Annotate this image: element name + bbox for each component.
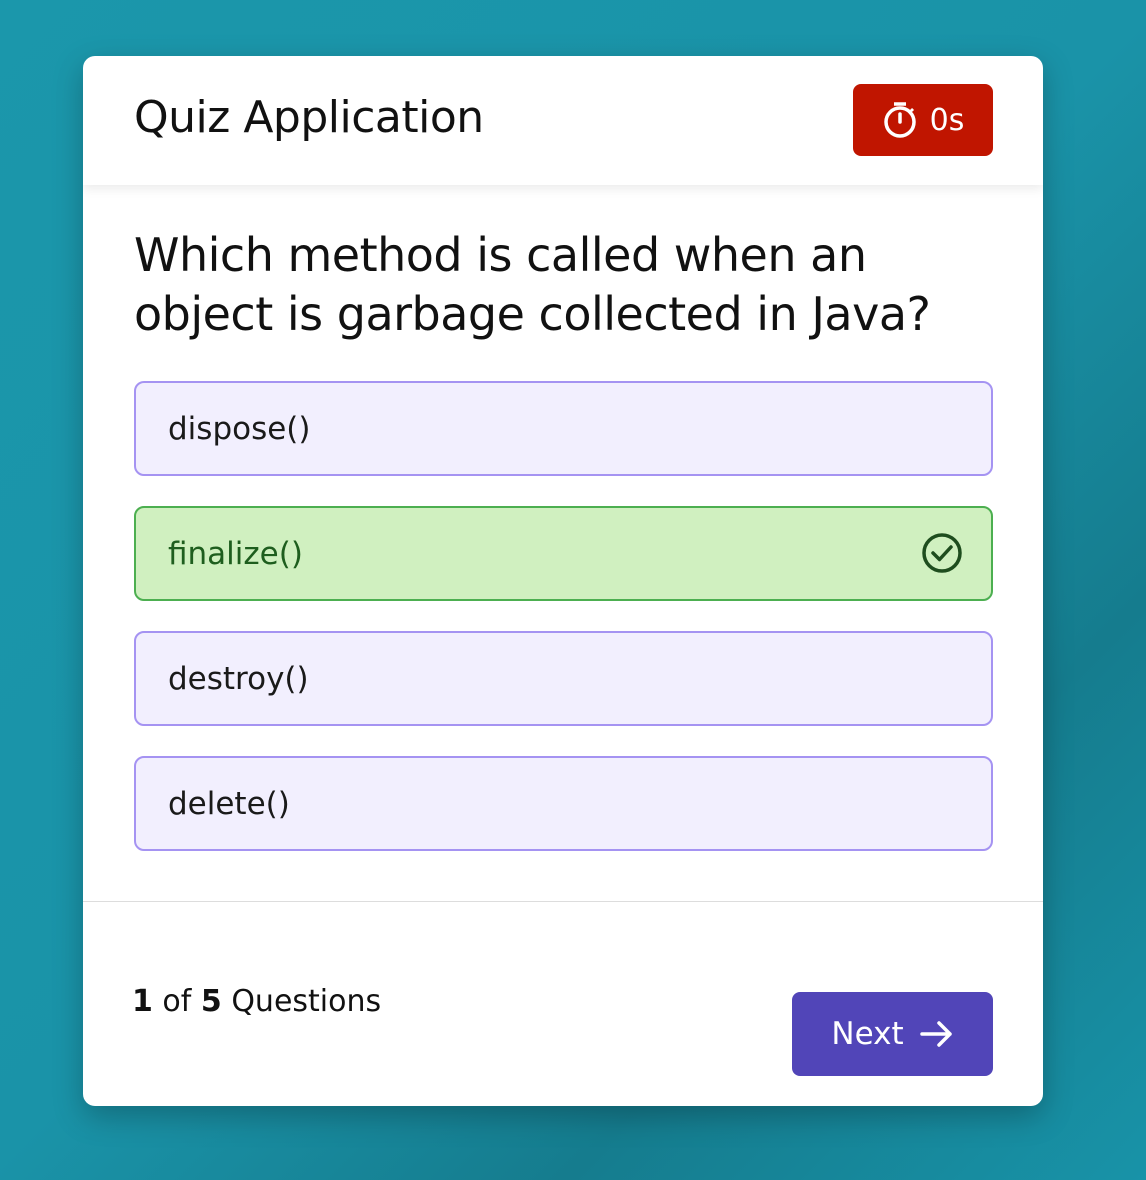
header: Quiz Application 0s xyxy=(83,56,1043,185)
divider xyxy=(83,901,1043,902)
option-destroy[interactable]: destroy() xyxy=(134,631,993,726)
option-label: finalize() xyxy=(168,535,303,572)
option-dispose[interactable]: dispose() xyxy=(134,381,993,476)
option-label: dispose() xyxy=(168,410,311,447)
total-number: 5 xyxy=(200,984,222,1019)
option-label: destroy() xyxy=(168,660,309,697)
timer-badge: 0s xyxy=(853,84,993,156)
current-number: 1 xyxy=(132,984,153,1019)
option-label: delete() xyxy=(168,785,290,822)
quiz-card: Quiz Application 0s Which method is call… xyxy=(83,56,1043,1106)
stopwatch-icon xyxy=(883,102,916,138)
check-circle-icon xyxy=(922,533,962,573)
timer-value: 0s xyxy=(929,102,965,138)
option-delete[interactable]: delete() xyxy=(134,756,993,851)
next-label: Next xyxy=(831,1016,904,1052)
question-text: Which method is called when an object is… xyxy=(134,228,931,341)
arrow-right-icon xyxy=(919,1021,952,1047)
of-text: of xyxy=(162,984,192,1019)
question-counter: 1 of 5 Questions xyxy=(132,984,381,1019)
next-button[interactable]: Next xyxy=(792,992,993,1076)
app-title: Quiz Application xyxy=(134,92,484,143)
option-finalize[interactable]: finalize() xyxy=(134,506,993,601)
questions-text: Questions xyxy=(231,984,382,1019)
